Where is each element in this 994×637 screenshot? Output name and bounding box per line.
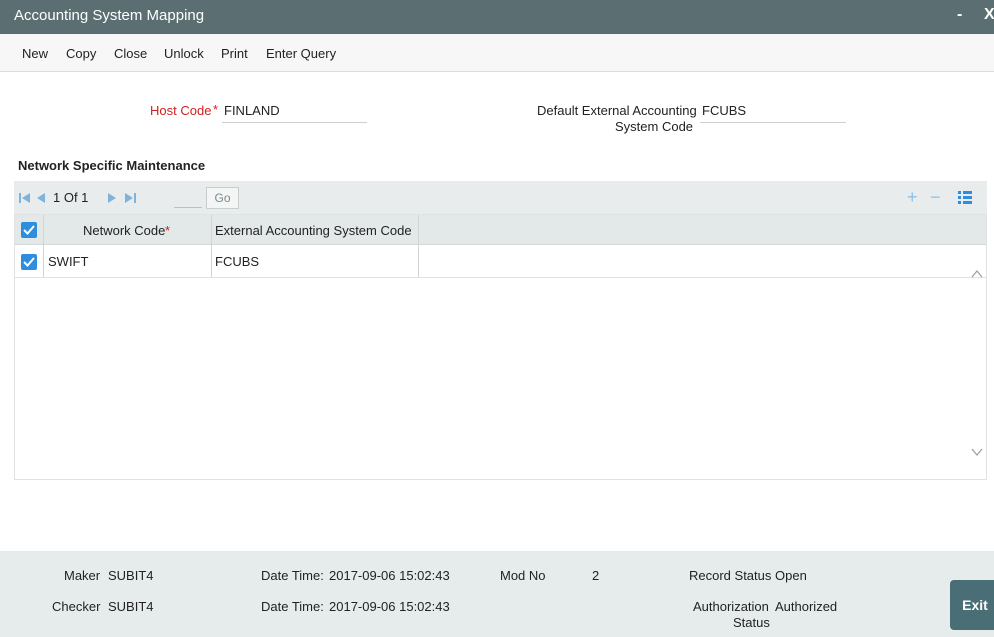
audit-footer: Maker SUBIT4 Checker SUBIT4 Date Time: 2…	[0, 551, 994, 637]
maker-datetime-value: 2017-09-06 15:02:43	[329, 568, 450, 583]
checker-datetime-value: 2017-09-06 15:02:43	[329, 599, 450, 614]
grid-toolbar: 1 Of 1 Go + −	[14, 181, 987, 214]
window-title: Accounting System Mapping	[14, 7, 205, 24]
auth-status-label-line2: Status	[733, 615, 770, 630]
section-title: Network Specific Maintenance	[18, 158, 206, 173]
record-status-value: Open	[775, 568, 807, 583]
host-code-required-mark: *	[213, 102, 219, 117]
checker-label: Checker	[52, 599, 101, 614]
menu-unlock[interactable]: Unlock	[164, 46, 204, 61]
column-list-icon[interactable]	[958, 190, 972, 204]
window-titlebar: Accounting System Mapping - X	[0, 0, 994, 34]
maker-value: SUBIT4	[108, 568, 154, 583]
scroll-up-icon[interactable]	[971, 267, 983, 278]
menu-enter-query[interactable]: Enter Query	[266, 46, 336, 61]
maker-label: Maker	[64, 568, 101, 583]
network-code-required-mark: *	[165, 223, 171, 238]
menu-copy[interactable]: Copy	[66, 46, 96, 61]
add-row-icon[interactable]: +	[907, 187, 918, 208]
page-number-input[interactable]	[174, 188, 202, 208]
host-code-label: Host Code	[150, 103, 212, 118]
col-header-network-code[interactable]: Network Code	[83, 223, 165, 238]
host-code-field[interactable]: FINLAND	[222, 101, 367, 123]
row-ext-system-code[interactable]: FCUBS	[215, 254, 259, 269]
select-all-checkbox[interactable]	[21, 222, 37, 238]
first-page-icon[interactable]	[18, 191, 32, 205]
table-row[interactable]: SWIFT FCUBS	[15, 245, 986, 278]
auth-status-value: Authorized	[775, 599, 838, 614]
row-checkbox[interactable]	[21, 254, 37, 270]
mod-no-value: 2	[592, 568, 600, 583]
checker-value: SUBIT4	[108, 599, 154, 614]
minimize-button[interactable]: -	[957, 6, 962, 24]
auth-status-label-line1: Authorization	[693, 599, 769, 614]
exit-button[interactable]: Exit	[950, 580, 994, 630]
menu-bar: New Copy Close Unlock Print Enter Query	[0, 34, 994, 72]
menu-new[interactable]: New	[22, 46, 48, 61]
scroll-down-icon[interactable]	[971, 445, 983, 457]
col-header-ext-system-code[interactable]: External Accounting System Code	[215, 223, 412, 238]
page-indicator: 1 Of 1	[53, 190, 89, 205]
default-ext-system-field[interactable]: FCUBS	[700, 101, 846, 123]
menu-print[interactable]: Print	[221, 46, 248, 61]
maker-datetime-label: Date Time:	[261, 568, 324, 583]
default-ext-system-label-line2: System Code	[615, 119, 694, 134]
row-network-code[interactable]: SWIFT	[48, 254, 88, 269]
mod-no-label: Mod No	[500, 568, 546, 583]
grid-header: Network Code * External Accounting Syste…	[15, 215, 986, 245]
record-status-label: Record Status	[689, 568, 772, 583]
last-page-icon[interactable]	[123, 191, 137, 205]
prev-page-icon[interactable]	[35, 191, 47, 205]
checker-datetime-label: Date Time:	[261, 599, 324, 614]
menu-close[interactable]: Close	[114, 46, 147, 61]
network-grid: Network Code * External Accounting Syste…	[14, 214, 987, 480]
close-window-button[interactable]: X	[984, 6, 994, 24]
go-button[interactable]: Go	[206, 187, 239, 209]
next-page-icon[interactable]	[106, 191, 118, 205]
remove-row-icon[interactable]: −	[930, 187, 941, 208]
default-ext-system-label-line1: Default External Accounting	[537, 103, 697, 118]
